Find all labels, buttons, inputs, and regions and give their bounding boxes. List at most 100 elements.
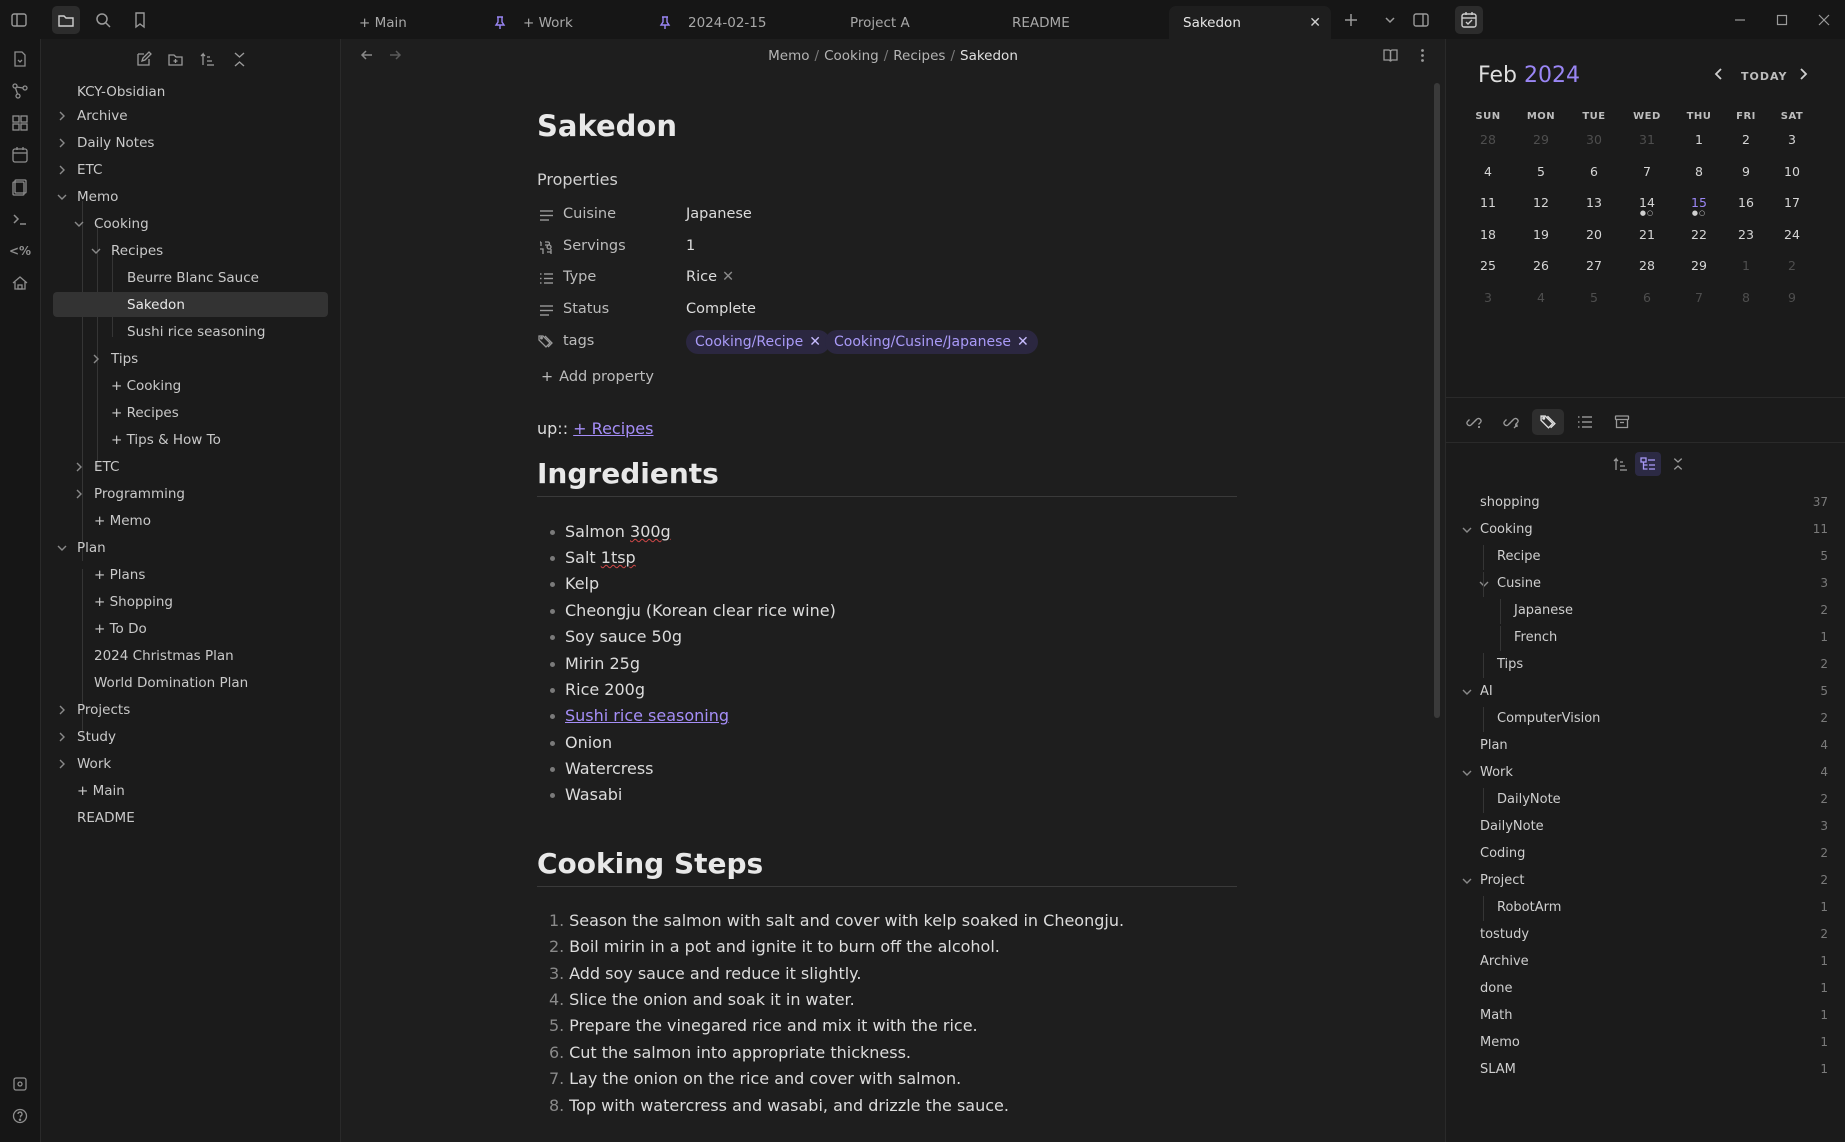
tags-tab-icon[interactable] (1532, 409, 1564, 435)
backlinks-icon[interactable] (1458, 409, 1490, 435)
breadcrumb-cooking[interactable]: Cooking (824, 48, 879, 64)
more-options-icon[interactable] (1414, 47, 1431, 64)
calendar-day[interactable]: 6 (1627, 290, 1667, 305)
sort-icon[interactable] (195, 47, 219, 71)
property-servings[interactable]: Servings 1 (537, 234, 1237, 260)
calendar-day[interactable]: 3 (1772, 132, 1812, 147)
today-button[interactable]: TODAY (1741, 70, 1787, 83)
property-value[interactable]: Rice ✕ (686, 269, 734, 285)
calendar-day[interactable]: 29 (1521, 132, 1561, 147)
sort-tags-icon[interactable] (1607, 452, 1633, 476)
property-value[interactable]: 1 (686, 238, 695, 254)
folder-work[interactable]: Work (55, 751, 325, 776)
property-tags[interactable]: tags Cooking/Recipe ✕ Cooking/Cusine/Japa… (537, 329, 1237, 355)
file-readme[interactable]: README (77, 805, 325, 830)
step-item[interactable]: 5. Prepare the vinegared rice and mix it… (549, 1016, 978, 1035)
tag-tree-item[interactable]: Japanese 2 (1446, 599, 1845, 624)
step-item[interactable]: 7. Lay the onion on the rice and cover w… (549, 1069, 961, 1088)
file-plus-recipes[interactable]: + Recipes (111, 400, 325, 425)
folder-plan[interactable]: Plan (55, 535, 325, 560)
tab-list-chevron-down-icon[interactable] (1376, 6, 1404, 34)
new-note-icon[interactable] (131, 47, 155, 71)
calendar-day[interactable]: 11 (1468, 195, 1508, 210)
terminal-icon[interactable] (8, 207, 32, 231)
chevron-down-icon[interactable] (1460, 766, 1474, 780)
tag-tree-item[interactable]: French 1 (1446, 626, 1845, 651)
calendar-day[interactable]: 27 (1574, 258, 1614, 273)
calendar-day[interactable]: 2 (1726, 132, 1766, 147)
folder-projects[interactable]: Projects (55, 697, 325, 722)
tag-tree-item[interactable]: Math 1 (1446, 1004, 1845, 1029)
remove-tag-icon[interactable]: ✕ (809, 334, 821, 350)
tag-tree-item[interactable]: SLAM 1 (1446, 1058, 1845, 1083)
property-cuisine[interactable]: Cuisine Japanese (537, 202, 1237, 228)
calendar-day[interactable]: 25 (1468, 258, 1508, 273)
calendar-day[interactable]: 28 (1627, 258, 1667, 273)
vault-switcher-icon[interactable] (8, 1072, 32, 1096)
calendar-day[interactable]: 20 (1574, 227, 1614, 242)
bookmark-icon[interactable] (126, 6, 154, 34)
minimize-icon[interactable] (1726, 6, 1754, 34)
file-beurre-blanc-sauce[interactable]: Beurre Blanc Sauce (127, 265, 325, 290)
folder-tips[interactable]: Tips (89, 346, 325, 371)
step-item[interactable]: 2. Boil mirin in a pot and ignite it to … (549, 937, 1000, 956)
folder-etc[interactable]: ETC (55, 157, 325, 182)
calendar-day[interactable]: 18 (1468, 227, 1508, 242)
graph-view-icon[interactable] (8, 79, 32, 103)
add-property-button[interactable]: + Add property (541, 369, 654, 385)
tag-tree-item[interactable]: RobotArm 1 (1446, 896, 1845, 921)
archive-box-icon[interactable] (1606, 409, 1638, 435)
up-link[interactable]: + Recipes (573, 419, 653, 438)
outgoing-links-icon[interactable] (1495, 409, 1527, 435)
calendar-day[interactable]: 22 (1679, 227, 1719, 242)
file-world-domination-plan[interactable]: World Domination Plan (94, 670, 325, 695)
sidebar-toggle-icon[interactable] (5, 6, 33, 34)
calendar-day[interactable]: 31 (1627, 132, 1667, 147)
folder-memo[interactable]: Memo (55, 184, 325, 209)
tab-project-a[interactable]: Project A (836, 6, 996, 39)
calendar-day[interactable]: 9 (1726, 164, 1766, 179)
next-month-chevron-icon[interactable] (1796, 67, 1810, 81)
collapse-all-icon[interactable] (227, 47, 251, 71)
step-item[interactable]: 6. Cut the salmon into appropriate thick… (549, 1043, 911, 1062)
tag-tree-item[interactable]: Tips 2 (1446, 653, 1845, 678)
tag-tree-item[interactable]: Plan 4 (1446, 734, 1845, 759)
calendar-day[interactable]: 15 ●○ (1679, 195, 1719, 217)
close-icon[interactable]: ✕ (1309, 15, 1321, 31)
note-title[interactable]: Sakedon (537, 109, 677, 143)
tag-pill[interactable]: Cooking/Recipe ✕ (686, 330, 830, 354)
calendar-day[interactable]: 5 (1521, 164, 1561, 179)
new-folder-icon[interactable] (163, 47, 187, 71)
file-plus-shopping[interactable]: + Shopping (94, 589, 325, 614)
file-sakedon[interactable]: Sakedon (53, 292, 328, 317)
nested-tags-icon[interactable] (1635, 452, 1661, 476)
property-value[interactable]: Complete (686, 301, 756, 317)
calendar-day[interactable]: 12 (1521, 195, 1561, 210)
tab-daily-note[interactable]: 2024-02-15 (650, 6, 815, 39)
tag-tree-item[interactable]: Memo 1 (1446, 1031, 1845, 1056)
vault-name[interactable]: KCY-Obsidian (77, 79, 165, 104)
tab-main[interactable]: + Main (345, 6, 485, 39)
calendar-day[interactable]: 6 (1574, 164, 1614, 179)
daily-note-calendar-icon[interactable] (8, 143, 32, 167)
calendar-day[interactable]: 4 (1521, 290, 1561, 305)
step-item[interactable]: 4. Slice the onion and soak it in water. (549, 990, 855, 1009)
property-type[interactable]: Type Rice ✕ (537, 265, 1237, 291)
calendar-day[interactable]: 16 (1726, 195, 1766, 210)
breadcrumb-current[interactable]: Sakedon (960, 48, 1018, 64)
file-plus-main[interactable]: + Main (77, 778, 325, 803)
calendar-day[interactable]: 4 (1468, 164, 1508, 179)
calendar-day[interactable]: 23 (1726, 227, 1766, 242)
folder-archive[interactable]: Archive (55, 103, 325, 128)
collapse-tags-icon[interactable] (1665, 452, 1691, 476)
tag-tree-item[interactable]: DailyNote 3 (1446, 815, 1845, 840)
calendar-day[interactable]: 28 (1468, 132, 1508, 147)
calendar-day[interactable]: 1 (1726, 258, 1766, 273)
tag-tree-item[interactable]: AI 5 (1446, 680, 1845, 705)
templater-icon[interactable]: <% (8, 239, 32, 263)
step-item[interactable]: 3. Add soy sauce and reduce it slightly. (549, 964, 861, 983)
property-value[interactable]: Japanese (686, 206, 752, 222)
calendar-day[interactable]: 8 (1679, 164, 1719, 179)
calendar-day[interactable]: 9 (1772, 290, 1812, 305)
reading-view-book-icon[interactable] (1382, 47, 1399, 64)
